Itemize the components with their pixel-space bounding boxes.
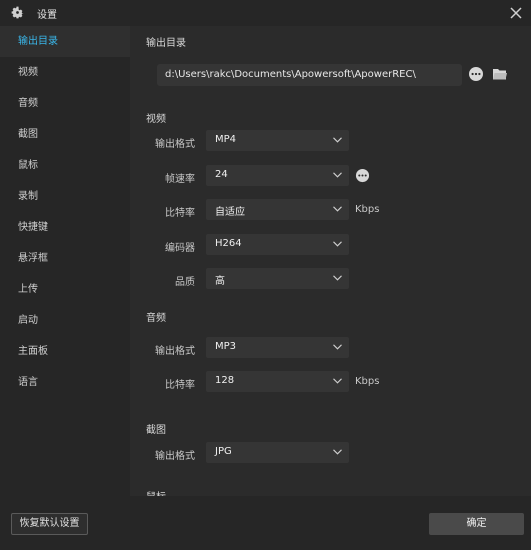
video-format-select[interactable]: MP4	[206, 130, 349, 151]
chevron-down-icon	[333, 449, 342, 455]
sidebar-item-audio[interactable]: 音频	[0, 88, 130, 119]
sidebar-item-floating-bar[interactable]: 悬浮框	[0, 243, 130, 274]
video-quality-value: 高	[215, 276, 225, 287]
video-quality-label: 品质	[175, 277, 195, 288]
sidebar-item-screenshot[interactable]: 截图	[0, 119, 130, 150]
sidebar-item-upload[interactable]: 上传	[0, 274, 130, 305]
sidebar-item-startup[interactable]: 启动	[0, 305, 130, 336]
audio-format-value: MP3	[215, 341, 237, 352]
video-fps-value: 24	[215, 169, 228, 180]
sidebar-item-hotkeys[interactable]: 快捷键	[0, 212, 130, 243]
chevron-down-icon	[333, 241, 342, 247]
settings-content: 输出目录 d:\Users\rakc\Documents\Apowersoft\…	[130, 26, 531, 496]
mouse-section-title: 鼠标	[146, 488, 166, 496]
sidebar-item-mouse[interactable]: 鼠标	[0, 150, 130, 181]
sidebar-item-main-panel[interactable]: 主面板	[0, 336, 130, 367]
folder-icon[interactable]	[492, 67, 508, 81]
output-path-field[interactable]: d:\Users\rakc\Documents\Apowersoft\Apowe…	[157, 64, 462, 86]
video-encoder-label: 编码器	[165, 243, 195, 254]
audio-section-title: 音频	[146, 313, 166, 324]
audio-bitrate-select[interactable]: 128	[206, 371, 349, 392]
chevron-down-icon	[333, 206, 342, 212]
screenshot-format-value: JPG	[215, 446, 232, 457]
audio-bitrate-label: 比特率	[165, 380, 195, 391]
video-encoder-select[interactable]: H264	[206, 234, 349, 255]
close-icon[interactable]	[507, 4, 525, 22]
screenshot-format-label: 输出格式	[155, 451, 195, 462]
reset-defaults-button[interactable]: 恢复默认设置	[11, 513, 88, 535]
audio-bitrate-unit: Kbps	[355, 376, 380, 387]
audio-bitrate-value: 128	[215, 375, 235, 386]
chevron-down-icon	[333, 344, 342, 350]
screenshot-format-select[interactable]: JPG	[206, 442, 349, 463]
footer: 恢复默认设置 确定	[0, 496, 531, 550]
audio-format-select[interactable]: MP3	[206, 337, 349, 358]
sidebar-item-video[interactable]: 视频	[0, 57, 130, 88]
sidebar: 输出目录 视频 音频 截图 鼠标 录制 快捷键 悬浮框 上传 启动 主面板 语言	[0, 26, 130, 496]
chevron-down-icon	[333, 172, 342, 178]
video-format-label: 输出格式	[155, 139, 195, 150]
video-format-value: MP4	[215, 134, 237, 145]
chevron-down-icon	[333, 275, 342, 281]
gear-icon	[11, 6, 24, 19]
sidebar-item-output-directory[interactable]: 输出目录	[0, 26, 130, 57]
video-bitrate-label: 比特率	[165, 208, 195, 219]
video-encoder-value: H264	[215, 238, 242, 249]
ok-button[interactable]: 确定	[429, 513, 524, 535]
screenshot-section-title: 截图	[146, 425, 166, 436]
video-bitrate-select[interactable]: 自适应	[206, 199, 349, 220]
title-bar: 设置	[0, 0, 531, 26]
video-bitrate-unit: Kbps	[355, 204, 380, 215]
window-title: 设置	[37, 10, 57, 21]
video-bitrate-value: 自适应	[215, 207, 245, 218]
chevron-down-icon	[333, 137, 342, 143]
video-fps-label: 帧速率	[165, 174, 195, 185]
scrollbar[interactable]	[522, 26, 531, 496]
more-icon[interactable]	[468, 66, 484, 82]
audio-format-label: 输出格式	[155, 346, 195, 357]
video-quality-select[interactable]: 高	[206, 268, 349, 289]
sidebar-item-language[interactable]: 语言	[0, 367, 130, 398]
sidebar-item-recording[interactable]: 录制	[0, 181, 130, 212]
fps-more-icon[interactable]	[355, 168, 370, 183]
video-fps-select[interactable]: 24	[206, 165, 349, 186]
chevron-down-icon	[333, 378, 342, 384]
video-section-title: 视频	[146, 114, 166, 125]
output-section-title: 输出目录	[146, 38, 186, 49]
